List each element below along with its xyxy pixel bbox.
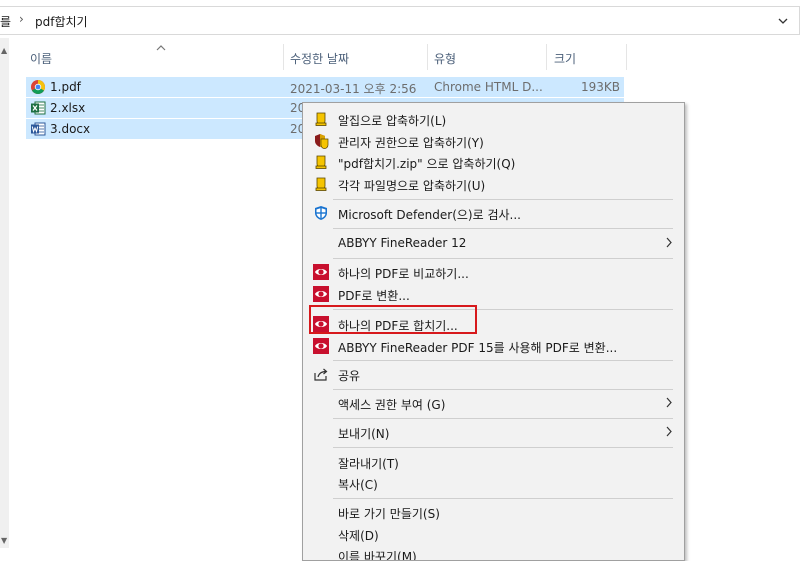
menu-item-label: 바로 가기 만들기(S) xyxy=(338,507,440,521)
alzip-shield-icon xyxy=(315,134,329,149)
menu-item-label: ABBYY FineReader PDF 15를 사용해 PDF로 변환... xyxy=(338,341,618,355)
file-name: 2.xlsx xyxy=(50,101,86,115)
menu-item-alzip-admin[interactable]: 관리자 권한으로 압축하기(Y) xyxy=(304,130,683,152)
menu-item-abbyy-compare[interactable]: 하나의 PDF로 비교하기... xyxy=(304,261,683,283)
abbyy-icon xyxy=(313,286,329,302)
menu-item-label: PDF로 변환... xyxy=(338,289,410,303)
column-divider[interactable] xyxy=(546,44,547,70)
menu-item-label: 알집으로 압축하기(L) xyxy=(338,114,447,128)
menu-item-label: 관리자 권한으로 압축하기(Y) xyxy=(338,136,484,150)
menu-item-defender[interactable]: Microsoft Defender(으)로 검사... xyxy=(304,202,683,224)
sort-up-icon xyxy=(156,45,166,51)
menu-item-alzip-each[interactable]: 각각 파일명으로 압축하기(U) xyxy=(304,173,683,195)
menu-separator xyxy=(333,228,673,229)
menu-item-label: 잘라내기(T) xyxy=(338,457,399,471)
breadcrumb-separator-icon[interactable]: › xyxy=(19,12,24,26)
menu-item-alzip-compress[interactable]: 알집으로 압축하기(L) xyxy=(304,108,683,130)
defender-icon xyxy=(315,206,327,220)
menu-item-alzip-zip[interactable]: "pdf합치기.zip" 으로 압축하기(Q) xyxy=(304,151,683,173)
menu-item-label: 공유 xyxy=(338,369,361,383)
menu-item-give-access[interactable]: 액세스 권한 부여 (G) xyxy=(304,392,683,414)
file-name: 3.docx xyxy=(50,122,91,136)
menu-item-label: ABBYY FineReader 12 xyxy=(338,236,467,250)
menu-item-label: 보내기(N) xyxy=(338,427,390,441)
column-divider[interactable] xyxy=(427,44,428,70)
menu-item-create-shortcut[interactable]: 바로 가기 만들기(S) xyxy=(304,501,683,523)
menu-separator xyxy=(333,199,673,200)
menu-item-label: 액세스 권한 부여 (G) xyxy=(338,398,446,412)
menu-item-label: 이름 바꾸기(M) xyxy=(338,550,417,561)
chevron-right-icon xyxy=(666,426,672,437)
menu-item-label: 복사(C) xyxy=(338,478,378,492)
address-bar[interactable]: 를 › pdf합치기 xyxy=(0,6,800,35)
alzip-icon xyxy=(315,177,327,191)
file-type: Chrome HTML D... xyxy=(434,80,543,94)
column-type[interactable]: 유형 xyxy=(434,50,456,67)
alzip-icon xyxy=(315,155,327,169)
menu-item-abbyy-convert[interactable]: PDF로 변환... xyxy=(304,283,683,305)
menu-item-copy[interactable]: 복사(C) xyxy=(304,472,683,494)
scroll-up-icon[interactable]: ▲ xyxy=(1,46,7,55)
column-divider[interactable] xyxy=(283,44,284,70)
menu-item-label: "pdf합치기.zip" 으로 압축하기(Q) xyxy=(338,157,516,171)
breadcrumb-previous[interactable]: 를 xyxy=(0,13,11,30)
column-name[interactable]: 이름 xyxy=(30,50,52,67)
menu-item-rename[interactable]: 이름 바꾸기(M) xyxy=(304,544,683,561)
file-name: 1.pdf xyxy=(50,80,81,94)
word-icon xyxy=(31,122,46,136)
abbyy-icon xyxy=(313,338,329,354)
breadcrumb-current[interactable]: pdf합치기 xyxy=(35,13,88,30)
menu-separator xyxy=(333,258,673,259)
menu-separator xyxy=(333,360,673,361)
alzip-icon xyxy=(315,112,327,126)
menu-item-label: Microsoft Defender(으)로 검사... xyxy=(338,208,521,222)
menu-item-label: 삭제(D) xyxy=(338,529,379,543)
menu-separator xyxy=(333,389,673,390)
excel-icon xyxy=(31,101,46,115)
menu-item-delete[interactable]: 삭제(D) xyxy=(304,523,683,545)
menu-separator xyxy=(333,447,673,448)
file-row[interactable]: 1.pdf 2021-03-11 오후 2:56 Chrome HTML D..… xyxy=(26,77,624,97)
menu-item-abbyy-pdf15[interactable]: ABBYY FineReader PDF 15를 사용해 PDF로 변환... xyxy=(304,335,683,357)
menu-item-send-to[interactable]: 보내기(N) xyxy=(304,421,683,443)
menu-separator xyxy=(333,418,673,419)
menu-item-abbyy-12[interactable]: ABBYY FineReader 12 xyxy=(304,232,683,254)
column-divider[interactable] xyxy=(626,44,627,70)
menu-item-label: 각각 파일명으로 압축하기(U) xyxy=(338,179,486,193)
column-modified[interactable]: 수정한 날짜 xyxy=(290,50,349,67)
menu-item-label: 하나의 PDF로 비교하기... xyxy=(338,267,469,281)
column-header: 이름 수정한 날짜 유형 크기 xyxy=(9,44,649,70)
menu-separator xyxy=(333,498,673,499)
column-size[interactable]: 크기 xyxy=(554,50,576,67)
chevron-right-icon xyxy=(666,397,672,408)
scrollbar[interactable]: ▲ ▼ xyxy=(0,38,9,548)
menu-item-cut[interactable]: 잘라내기(T) xyxy=(304,451,683,473)
chevron-down-icon[interactable] xyxy=(777,15,789,27)
scroll-down-icon[interactable]: ▼ xyxy=(1,536,7,545)
file-size: 193KB xyxy=(580,80,620,94)
menu-item-share[interactable]: 공유 xyxy=(304,363,683,385)
chevron-right-icon xyxy=(666,237,672,248)
highlight-annotation-box xyxy=(309,305,477,334)
abbyy-icon xyxy=(313,264,329,280)
share-icon xyxy=(314,368,328,381)
file-modified: 2021-03-11 오후 2:56 xyxy=(290,82,417,96)
chrome-icon xyxy=(31,80,45,94)
